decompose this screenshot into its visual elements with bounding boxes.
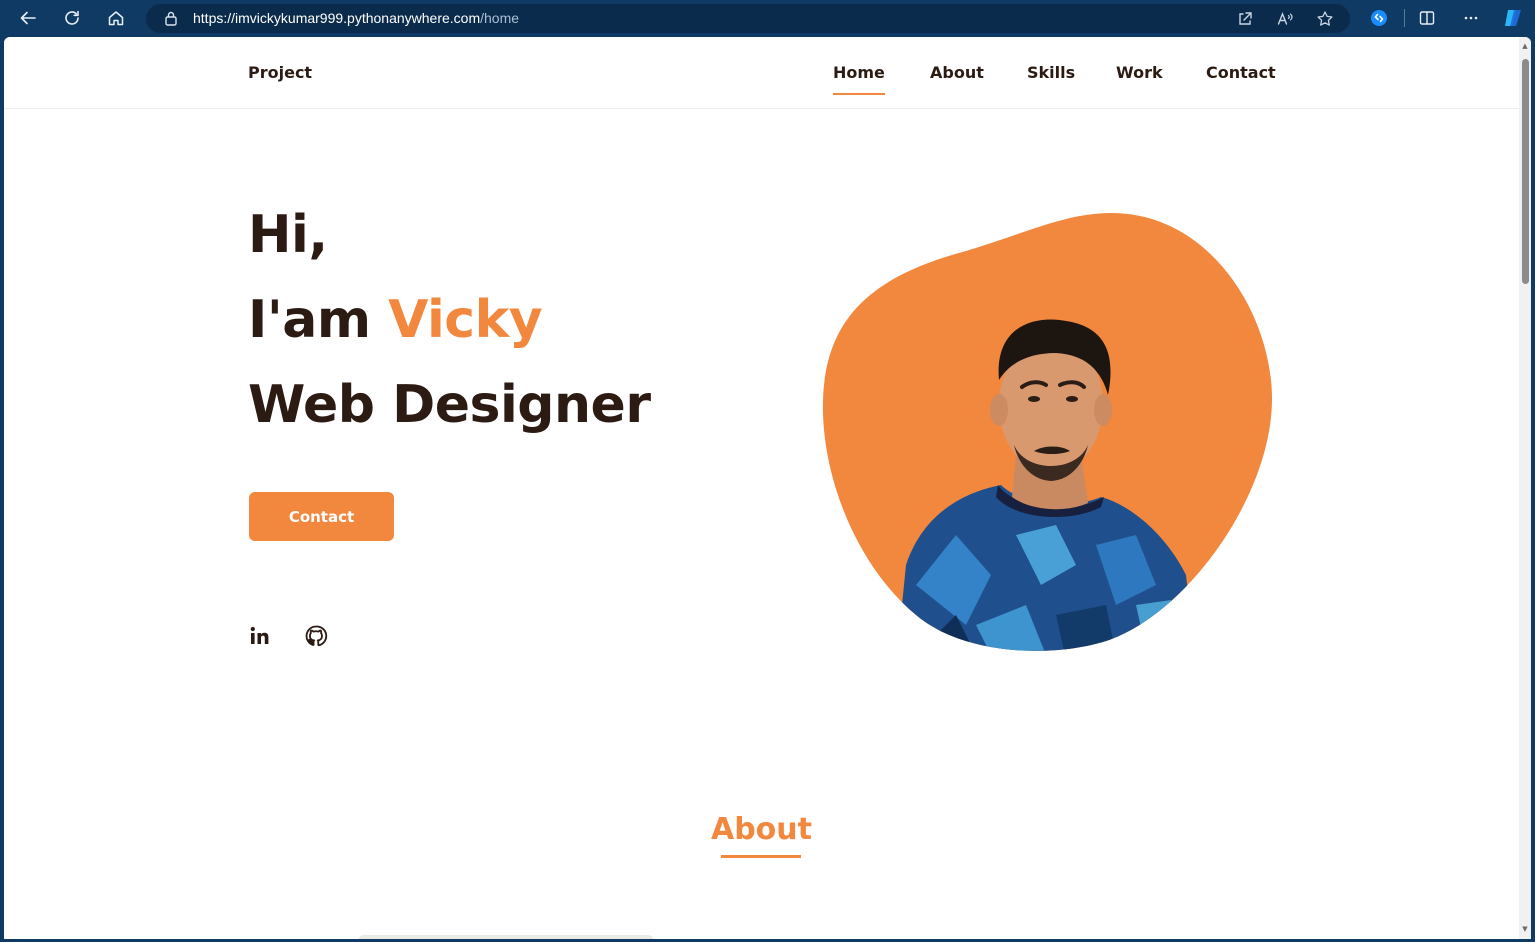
nav-work[interactable]: Work (1116, 63, 1163, 82)
site-header: Project Home About Skills Work Contact (4, 37, 1519, 109)
hero-greeting: Hi, (248, 205, 328, 265)
site-logo[interactable]: Project (248, 63, 312, 82)
scroll-down-arrow-icon[interactable]: ▼ (1521, 925, 1529, 933)
split-screen-button[interactable] (1412, 4, 1442, 32)
extension-button[interactable] (1364, 4, 1394, 32)
scroll-up-arrow-icon[interactable]: ▲ (1521, 42, 1529, 50)
home-icon (108, 11, 124, 26)
back-button[interactable] (13, 4, 43, 32)
nav-contact[interactable]: Contact (1206, 63, 1276, 82)
home-button[interactable] (101, 4, 131, 32)
nav-about[interactable]: About (930, 63, 984, 82)
about-title-underline (721, 855, 801, 858)
toolbar-divider (1404, 9, 1405, 27)
address-bar[interactable]: https://imvickykumar999.pythonanywhere.c… (146, 4, 1350, 33)
hero-name: Vicky (388, 290, 543, 350)
lock-icon (165, 11, 177, 26)
refresh-icon (65, 10, 79, 25)
about-section-title: About (710, 812, 812, 847)
more-dots-icon (1464, 16, 1478, 20)
open-in-app-icon[interactable] (1236, 10, 1254, 28)
scrollbar-thumb[interactable] (1522, 59, 1529, 284)
shazam-extension-icon (1371, 10, 1387, 26)
nav-skills[interactable]: Skills (1027, 63, 1075, 82)
copilot-button[interactable] (1498, 4, 1528, 32)
more-options-button[interactable] (1456, 4, 1486, 32)
hero-intro-prefix: I'am (248, 290, 371, 350)
split-screen-icon (1419, 11, 1435, 25)
linkedin-icon[interactable] (248, 624, 272, 648)
hero-intro: I'am Vicky (248, 290, 543, 350)
page-scrollbar[interactable]: ▲ ▼ (1519, 37, 1531, 939)
github-icon[interactable] (304, 624, 328, 648)
page-viewport: Project Home About Skills Work Contact H… (4, 37, 1531, 939)
favorite-star-icon[interactable] (1316, 10, 1334, 28)
back-arrow-icon (20, 11, 36, 25)
read-aloud-icon[interactable] (1276, 10, 1294, 28)
refresh-button[interactable] (57, 4, 87, 32)
hero-role: Web Designer (248, 375, 651, 435)
browser-toolbar: https://imvickykumar999.pythonanywhere.c… (0, 0, 1535, 37)
url-text: https://imvickykumar999.pythonanywhere.c… (193, 10, 520, 26)
hero-portrait-blob (822, 213, 1273, 651)
copilot-icon (1505, 10, 1521, 26)
about-card-edge (358, 935, 654, 939)
nav-home[interactable]: Home (833, 63, 885, 95)
contact-button[interactable]: Contact (249, 492, 394, 541)
